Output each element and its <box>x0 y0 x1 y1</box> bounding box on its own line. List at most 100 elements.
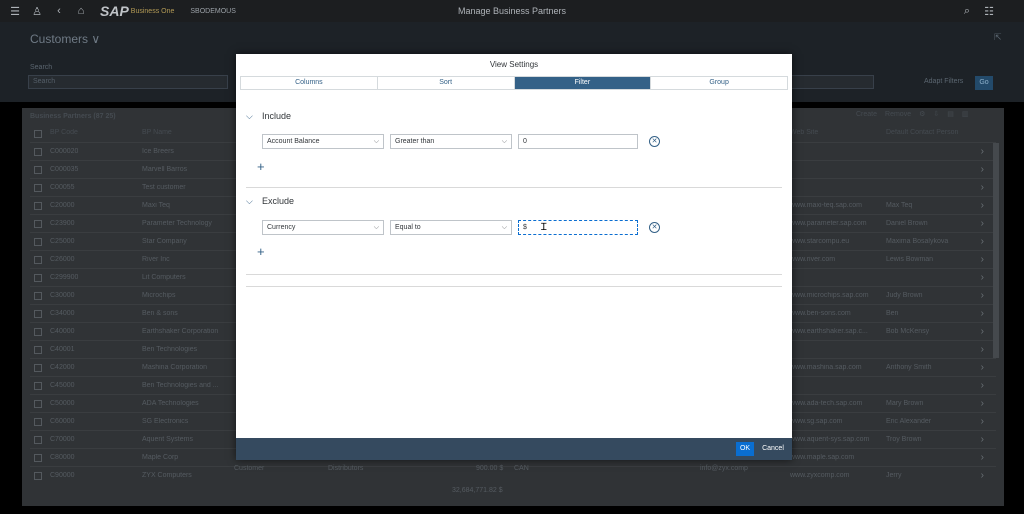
include-value-input[interactable]: 0 <box>518 134 638 149</box>
include-field-select[interactable]: Account Balance ⌵ <box>262 134 384 149</box>
row-checkbox[interactable] <box>34 472 42 480</box>
row-checkbox[interactable] <box>34 184 42 192</box>
navigate-chevron-icon[interactable]: › <box>981 380 984 391</box>
navigate-chevron-icon[interactable]: › <box>981 236 984 247</box>
col-bp-code[interactable]: BP Code <box>50 129 78 136</box>
exclude-field-select[interactable]: Currency ⌵ <box>262 220 384 235</box>
row-checkbox[interactable] <box>34 166 42 174</box>
email-cell: info@zyx.comp <box>700 465 748 472</box>
navigate-chevron-icon[interactable]: › <box>981 146 984 157</box>
navigate-chevron-icon[interactable]: › <box>981 362 984 373</box>
filter-value-input[interactable] <box>790 75 874 89</box>
include-header[interactable]: ⌵ Include <box>246 108 782 124</box>
chart-view-icon[interactable]: ▥ <box>962 110 969 118</box>
app-title: Manage Business Partners <box>457 6 567 16</box>
web-site-cell: www.zyxcomp.com <box>790 472 850 479</box>
exclude-value-input[interactable]: $ <box>518 220 638 235</box>
remove-include-condition-icon[interactable]: ✕ <box>649 136 660 147</box>
export-icon[interactable]: ⇩ <box>933 110 939 118</box>
add-include-condition-icon[interactable]: + <box>257 159 265 174</box>
search-input[interactable]: Search <box>28 75 228 89</box>
exclude-operator-select[interactable]: Equal to ⌵ <box>390 220 512 235</box>
navigate-chevron-icon[interactable]: › <box>981 452 984 463</box>
search-icon[interactable]: ⌕ <box>956 0 978 22</box>
contact-cell: Troy Brown <box>886 436 922 443</box>
navigate-chevron-icon[interactable]: › <box>981 308 984 319</box>
row-checkbox[interactable] <box>34 328 42 336</box>
row-checkbox[interactable] <box>34 238 42 246</box>
bp-name-cell: Mashina Corporation <box>142 364 207 371</box>
table-toolbar: Create Remove ⚙ ⇩ ▤ ▥ <box>856 110 969 119</box>
navigate-chevron-icon[interactable]: › <box>981 416 984 427</box>
navigate-chevron-icon[interactable]: › <box>981 254 984 265</box>
bp-name-cell: Lit Computers <box>142 274 186 281</box>
cancel-button[interactable]: Cancel <box>758 442 788 456</box>
add-exclude-condition-icon[interactable]: + <box>257 244 265 259</box>
navigate-chevron-icon[interactable]: › <box>981 326 984 337</box>
go-button[interactable]: Go <box>975 76 993 90</box>
settings-icon[interactable]: ⚙ <box>919 110 925 118</box>
row-checkbox[interactable] <box>34 292 42 300</box>
row-checkbox[interactable] <box>34 310 42 318</box>
row-checkbox[interactable] <box>34 202 42 210</box>
navigate-chevron-icon[interactable]: › <box>981 164 984 175</box>
contact-cell: Jerry <box>886 472 902 479</box>
chevron-down-icon: ⌵ <box>373 224 379 231</box>
tab-filter[interactable]: Filter <box>514 77 652 89</box>
row-checkbox[interactable] <box>34 418 42 426</box>
row-checkbox[interactable] <box>34 256 42 264</box>
navigate-chevron-icon[interactable]: › <box>981 290 984 301</box>
tab-columns[interactable]: Columns <box>241 77 378 89</box>
bp-code-cell: C000035 <box>50 166 79 173</box>
dialog-body: ⌵ Include Account Balance ⌵ Greater than… <box>236 91 792 438</box>
share-icon[interactable]: ⇱ <box>994 32 1002 43</box>
contact-cell: Daniel Brown <box>886 220 928 227</box>
navigate-chevron-icon[interactable]: › <box>981 398 984 409</box>
web-site-cell: www.river.com <box>790 256 836 263</box>
remove-button[interactable]: Remove <box>885 111 911 118</box>
scrollbar[interactable] <box>993 143 999 358</box>
table-row[interactable]: C90000 ZYX Computers www.zyxcomp.com Jerry › <box>30 466 996 484</box>
table-view-icon[interactable]: ▤ <box>947 110 954 118</box>
remove-exclude-condition-icon[interactable]: ✕ <box>649 222 660 233</box>
col-bp-name[interactable]: BP Name <box>142 129 172 136</box>
bp-code-cell: C90000 <box>50 472 75 479</box>
exclude-header[interactable]: ⌵ Exclude <box>246 193 782 209</box>
navigate-chevron-icon[interactable]: › <box>981 344 984 355</box>
row-checkbox[interactable] <box>34 436 42 444</box>
tab-sort[interactable]: Sort <box>378 77 515 89</box>
navigate-chevron-icon[interactable]: › <box>981 470 984 481</box>
bp-code-cell: C40001 <box>50 346 75 353</box>
include-label: Include <box>262 111 292 121</box>
row-checkbox[interactable] <box>34 148 42 156</box>
row-checkbox[interactable] <box>34 274 42 282</box>
list-icon[interactable]: ☷ <box>978 0 1000 22</box>
include-operator-select[interactable]: Greater than ⌵ <box>390 134 512 149</box>
table-title: Business Partners (87 25) <box>30 113 116 120</box>
ok-button[interactable]: OK <box>736 442 754 456</box>
web-site-cell: www.earthshaker.sap.c... <box>790 328 868 335</box>
navigate-chevron-icon[interactable]: › <box>981 182 984 193</box>
page-title[interactable]: Customers ∨ <box>30 32 100 46</box>
row-checkbox[interactable] <box>34 346 42 354</box>
web-site-cell: www.parameter.sap.com <box>790 220 867 227</box>
tab-group[interactable]: Group <box>651 77 787 89</box>
web-site-cell: www.microchips.sap.com <box>790 292 869 299</box>
col-web-site[interactable]: Web Site <box>790 129 818 136</box>
col-contact[interactable]: Default Contact Person <box>886 129 958 136</box>
section-divider <box>246 187 782 188</box>
row-checkbox[interactable] <box>34 220 42 228</box>
row-checkbox[interactable] <box>34 400 42 408</box>
row-checkbox[interactable] <box>34 382 42 390</box>
select-all-checkbox[interactable] <box>34 130 42 138</box>
navigate-chevron-icon[interactable]: › <box>981 434 984 445</box>
row-checkbox[interactable] <box>34 454 42 462</box>
adapt-filters-button[interactable]: Adapt Filters <box>924 78 963 85</box>
create-button[interactable]: Create <box>856 111 877 118</box>
bp-name-cell: Ben Technologies and ... <box>142 382 219 389</box>
navigate-chevron-icon[interactable]: › <box>981 218 984 229</box>
row-checkbox[interactable] <box>34 364 42 372</box>
navigate-chevron-icon[interactable]: › <box>981 200 984 211</box>
navigate-chevron-icon[interactable]: › <box>981 272 984 283</box>
section-divider <box>246 286 782 287</box>
